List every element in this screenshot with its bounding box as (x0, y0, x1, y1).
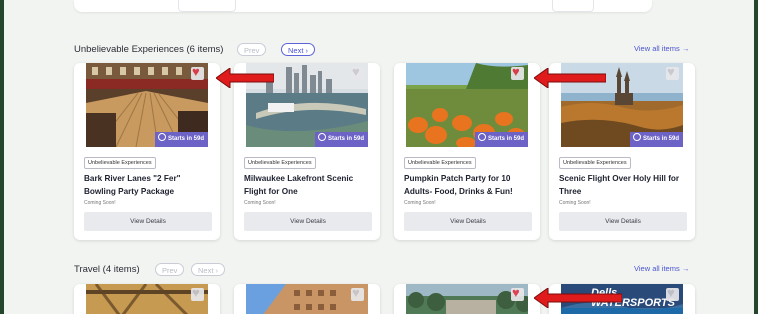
card-image-travel-3[interactable] (406, 284, 528, 314)
arrow-right-icon: → (681, 44, 690, 53)
travel-image-3 (406, 284, 528, 314)
view-details-button[interactable]: View Details (84, 212, 212, 231)
heart-icon[interactable] (191, 285, 204, 301)
travel-card[interactable] (74, 284, 220, 314)
prev-button[interactable]: Prev (155, 263, 185, 276)
view-all-link[interactable]: View all items → (634, 44, 689, 53)
category-tag: Unbelievable Experiences (84, 157, 156, 169)
section-title-travel: Travel (4 items) (74, 264, 140, 275)
badge-text: Starts in 59d (487, 136, 524, 142)
page: Unbelievable Experiences (6 items) Prev … (4, 0, 754, 314)
screenshot-frame: Unbelievable Experiences (6 items) Prev … (0, 0, 758, 314)
heart-icon[interactable] (351, 64, 364, 80)
travel-image-2 (246, 284, 368, 314)
view-details-button[interactable]: View Details (404, 212, 532, 231)
travel-card[interactable] (234, 284, 380, 314)
travel-image-1 (86, 284, 208, 314)
experience-card[interactable]: Starts in 59d Unbelievable Experiences M… (234, 63, 380, 240)
card-status: Coming Soon! (404, 200, 436, 206)
stub-a (178, 0, 236, 12)
card-status: Coming Soon! (84, 200, 116, 206)
section-title-experiences: Unbelievable Experiences (6 items) (74, 44, 224, 55)
experience-card[interactable]: Starts in 59d Unbelievable Experiences B… (74, 63, 220, 240)
badge-text: Starts in 59d (642, 136, 679, 142)
next-label: Next (288, 46, 304, 55)
starts-badge: Starts in 59d (629, 132, 683, 147)
next-label: Next (198, 266, 214, 275)
clock-icon (157, 133, 166, 141)
previous-section-bottom (74, 0, 652, 12)
badge-text: Starts in 59d (167, 136, 204, 142)
view-details-button[interactable]: View Details (559, 212, 687, 231)
heart-icon[interactable] (666, 285, 679, 301)
starts-badge: Starts in 59d (314, 132, 368, 147)
clock-icon (477, 133, 486, 141)
experience-card[interactable]: Starts in 59d Unbelievable Experiences S… (549, 63, 695, 240)
view-details-button[interactable]: View Details (244, 212, 372, 231)
annotation-arrow (534, 68, 606, 88)
card-title[interactable]: Milwaukee Lakefront Scenic Flight for On… (244, 172, 372, 198)
annotation-arrow (216, 68, 274, 88)
heart-icon[interactable] (511, 64, 524, 80)
travel-card[interactable] (394, 284, 540, 314)
prev-button[interactable]: Prev (237, 43, 267, 56)
card-image-pumpkin[interactable]: Starts in 59d (406, 63, 528, 147)
category-tag: Unbelievable Experiences (404, 157, 476, 169)
experience-card[interactable]: Starts in 59d Unbelievable Experiences P… (394, 63, 540, 240)
heart-icon[interactable] (666, 64, 679, 80)
card-title[interactable]: Bark River Lanes "2 Fer" Bowling Party P… (84, 172, 212, 198)
badge-text: Starts in 59d (327, 136, 364, 142)
clock-icon (317, 133, 326, 141)
card-image-bowling[interactable]: Starts in 59d (86, 63, 208, 147)
category-tag: Unbelievable Experiences (559, 157, 631, 169)
card-title[interactable]: Scenic Flight Over Holy Hill for Three (559, 172, 687, 198)
clock-icon (632, 133, 641, 141)
heart-icon[interactable] (351, 285, 364, 301)
stub-b (552, 0, 594, 12)
arrow-right-icon: → (681, 264, 690, 273)
view-all-label: View all items (634, 44, 680, 53)
category-tag: Unbelievable Experiences (244, 157, 316, 169)
starts-badge: Starts in 59d (154, 132, 208, 147)
card-image-travel-1[interactable] (86, 284, 208, 314)
view-all-label: View all items (634, 264, 680, 273)
next-button[interactable]: Next › (191, 263, 226, 276)
next-button[interactable]: Next › (281, 43, 316, 56)
card-title[interactable]: Pumpkin Patch Party for 10 Adults- Food,… (404, 172, 532, 198)
heart-icon[interactable] (191, 64, 204, 80)
card-image-travel-2[interactable] (246, 284, 368, 314)
card-status: Coming Soon! (559, 200, 591, 206)
annotation-arrow (534, 288, 622, 308)
card-status: Coming Soon! (244, 200, 276, 206)
starts-badge: Starts in 59d (474, 132, 528, 147)
view-all-link[interactable]: View all items → (634, 264, 689, 273)
heart-icon[interactable] (511, 285, 524, 301)
